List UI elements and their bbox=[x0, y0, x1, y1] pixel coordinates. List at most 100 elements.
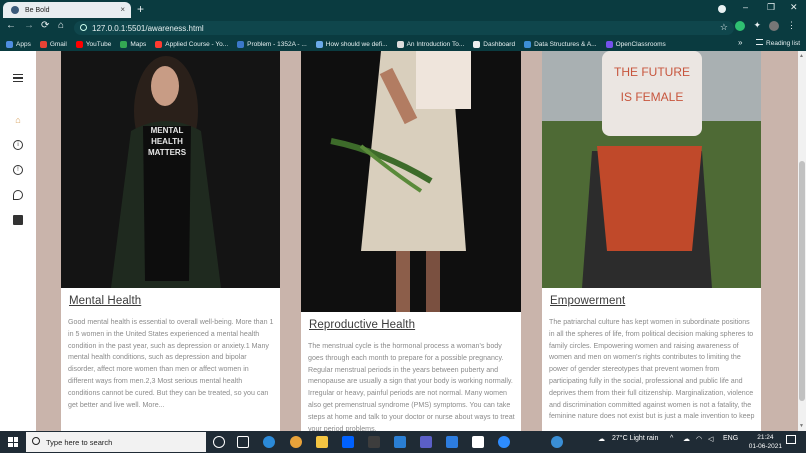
app-icon[interactable] bbox=[368, 436, 380, 448]
address-bar[interactable]: 127.0.0.1:5501/awareness.html ☆ bbox=[74, 21, 734, 35]
shirt-text: MENTAL bbox=[151, 126, 184, 135]
bookmark-site-icon bbox=[524, 40, 532, 48]
chrome-icon[interactable] bbox=[290, 436, 302, 448]
network-icon[interactable]: ☁ bbox=[683, 435, 690, 443]
bookmark-data-structures[interactable]: Data Structures & A... bbox=[524, 40, 597, 48]
mental-health-photo: MENTAL HEALTH MATTERS bbox=[61, 51, 280, 288]
info-icon[interactable] bbox=[80, 24, 87, 31]
weather-cloud-icon[interactable]: ☁ bbox=[598, 435, 605, 443]
bookmark-label: An Introduction To... bbox=[406, 40, 465, 48]
card-title[interactable]: Reproductive Health bbox=[309, 319, 415, 331]
reading-list-button[interactable]: Reading list bbox=[756, 39, 800, 47]
app-circle-icon[interactable] bbox=[551, 436, 563, 448]
cloud-icon bbox=[315, 40, 323, 48]
teams-icon[interactable] bbox=[420, 436, 432, 448]
bookmark-how-should[interactable]: How should we defi... bbox=[315, 40, 388, 48]
bookmark-gmail[interactable]: Gmail bbox=[39, 40, 67, 48]
browser-toolbar: ← → ⟳ ⌂ 127.0.0.1:5501/awareness.html ☆ … bbox=[0, 18, 806, 37]
chat-icon[interactable] bbox=[13, 190, 23, 200]
new-tab-button[interactable]: + bbox=[137, 2, 144, 16]
bookmark-maps[interactable]: Maps bbox=[120, 40, 147, 48]
bookmark-problem[interactable]: Problem - 1352A - ... bbox=[237, 40, 307, 48]
close-window-button[interactable]: ✕ bbox=[790, 2, 798, 13]
file-explorer-icon[interactable] bbox=[316, 436, 328, 448]
profile-icon[interactable] bbox=[718, 5, 726, 13]
card-empowerment: THE FUTURE IS FEMALE Empowerment The pat… bbox=[542, 51, 761, 431]
restore-button[interactable]: ❐ bbox=[767, 2, 775, 13]
bookmark-star-icon[interactable]: ☆ bbox=[720, 22, 728, 33]
search-placeholder: Type here to search bbox=[46, 437, 113, 447]
avatar[interactable] bbox=[769, 20, 779, 31]
scroll-down-icon[interactable]: ▼ bbox=[799, 423, 804, 429]
taskbar-clock[interactable]: 21:24 01-06-2021 bbox=[749, 433, 782, 451]
contact-card-icon[interactable] bbox=[13, 215, 23, 225]
weather-text[interactable]: 27°C Light rain bbox=[612, 435, 658, 442]
bookmarks-bar: Apps Gmail YouTube Maps Applied Course -… bbox=[0, 37, 806, 51]
minimize-button[interactable]: – bbox=[743, 2, 748, 12]
bookmark-openclassrooms[interactable]: OpenClassrooms bbox=[605, 40, 666, 48]
page-viewport: ⌂ i ! MENTAL HEALTH MATTERS Mental Healt… bbox=[0, 51, 806, 431]
bookmark-introduction[interactable]: An Introduction To... bbox=[396, 40, 465, 48]
bookmark-applied-course[interactable]: Applied Course - Yo... bbox=[155, 40, 228, 48]
bookmark-label: Data Structures & A... bbox=[534, 40, 597, 48]
extensions-puzzle-icon[interactable]: ✦ bbox=[753, 20, 761, 31]
card-title[interactable]: Empowerment bbox=[550, 295, 625, 307]
apps-grid-icon bbox=[6, 40, 13, 48]
menu-kebab-icon[interactable]: ⋮ bbox=[787, 20, 796, 31]
openclassrooms-icon bbox=[605, 40, 613, 48]
home-icon[interactable]: ⌂ bbox=[13, 115, 23, 125]
zoom-icon[interactable] bbox=[498, 436, 510, 448]
card-body: The menstrual cycle is the hormonal proc… bbox=[308, 342, 515, 431]
cortana-icon[interactable] bbox=[213, 436, 225, 448]
bookmark-label: OpenClassrooms bbox=[615, 40, 666, 48]
clock-time: 21:24 bbox=[757, 434, 774, 441]
forward-icon[interactable]: → bbox=[24, 20, 34, 31]
reading-list-icon bbox=[756, 39, 764, 45]
back-icon[interactable]: ← bbox=[6, 20, 16, 31]
card-title[interactable]: Mental Health bbox=[69, 295, 141, 307]
browser-tab[interactable]: Be Bold × bbox=[3, 2, 131, 18]
notion-icon[interactable] bbox=[472, 436, 484, 448]
notifications-icon[interactable] bbox=[786, 435, 796, 444]
volume-icon[interactable]: ◁ bbox=[708, 435, 713, 443]
bookmark-label: Problem - 1352A - ... bbox=[247, 40, 307, 48]
show-hidden-icons[interactable]: ^ bbox=[670, 435, 673, 442]
home-icon[interactable]: ⌂ bbox=[58, 20, 64, 31]
dropbox-icon[interactable] bbox=[342, 436, 354, 448]
bookmark-label: Maps bbox=[130, 40, 147, 48]
svg-text:HEALTH: HEALTH bbox=[151, 137, 183, 146]
bookmark-apps[interactable]: Apps bbox=[6, 40, 31, 48]
url-text: 127.0.0.1:5501/awareness.html bbox=[92, 23, 204, 33]
alert-icon[interactable]: ! bbox=[13, 165, 23, 175]
scrollbar-thumb[interactable] bbox=[799, 161, 805, 401]
bookmark-dashboard[interactable]: Dashboard bbox=[473, 40, 515, 48]
info-icon[interactable]: i bbox=[13, 140, 23, 150]
card-reproductive-health: Reproductive Health The menstrual cycle … bbox=[301, 51, 521, 431]
scroll-up-icon[interactable]: ▲ bbox=[799, 53, 804, 59]
wifi-icon[interactable]: ◠ bbox=[696, 435, 702, 443]
bookmark-label: How should we defi... bbox=[325, 40, 388, 48]
extensions-area: ✦ ⋮ bbox=[735, 20, 796, 31]
hamburger-menu-icon[interactable] bbox=[13, 74, 23, 82]
close-tab-icon[interactable]: × bbox=[120, 5, 125, 14]
more-bookmarks-button[interactable]: » bbox=[738, 38, 742, 47]
reproductive-health-photo bbox=[301, 51, 521, 312]
windows-start-icon[interactable] bbox=[8, 437, 18, 447]
gmail-icon bbox=[39, 40, 47, 48]
taskbar-search-input[interactable]: Type here to search bbox=[26, 432, 206, 452]
task-view-icon[interactable] bbox=[237, 436, 249, 448]
codeforces-icon bbox=[237, 40, 245, 48]
todo-icon[interactable] bbox=[446, 436, 458, 448]
page-scrollbar[interactable]: ▲ ▼ bbox=[798, 51, 806, 431]
maps-icon bbox=[120, 40, 128, 48]
bookmark-youtube[interactable]: YouTube bbox=[75, 40, 112, 48]
bookmark-label: YouTube bbox=[85, 40, 112, 48]
reload-icon[interactable]: ⟳ bbox=[41, 20, 49, 31]
svg-text:MATTERS: MATTERS bbox=[148, 148, 187, 157]
card-body: Good mental health is essential to overa… bbox=[68, 318, 274, 409]
vscode-icon[interactable] bbox=[394, 436, 406, 448]
grammarly-extension-icon[interactable] bbox=[735, 20, 746, 31]
edge-icon[interactable] bbox=[263, 436, 275, 448]
youtube-icon bbox=[75, 40, 83, 48]
language-indicator[interactable]: ENG bbox=[723, 435, 738, 442]
